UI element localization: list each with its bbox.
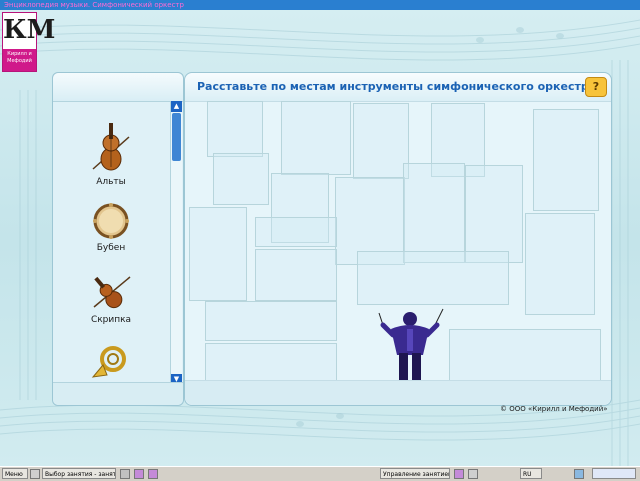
french-horn-icon bbox=[91, 346, 126, 378]
search-icon[interactable] bbox=[30, 469, 40, 479]
window-title-bar: Энциклопедия музыки. Симфонический оркес… bbox=[0, 0, 640, 10]
publisher-logo: КМ Кирилл и Мефодий bbox=[2, 12, 56, 72]
taskbar-item-lesson-select[interactable]: Выбор занятия - занятие bbox=[42, 468, 116, 479]
drop-slot[interactable] bbox=[255, 217, 337, 247]
scroll-up-button[interactable]: ▲ bbox=[171, 101, 182, 112]
instrument-french-horn[interactable] bbox=[53, 345, 169, 381]
drop-slot[interactable] bbox=[205, 301, 337, 341]
menu-icon[interactable] bbox=[468, 469, 478, 479]
drop-slot[interactable] bbox=[189, 207, 247, 301]
conductor-figure bbox=[378, 308, 444, 383]
instrument-label: Скрипка bbox=[90, 315, 132, 325]
palette-scrollbar[interactable]: ▲ ▼ bbox=[170, 101, 182, 385]
instrument-label: Альты bbox=[96, 177, 126, 187]
palette-header bbox=[53, 73, 183, 102]
orchestra-board: Расставьте по местам инструменты симфони… bbox=[184, 72, 612, 406]
clock bbox=[592, 468, 636, 479]
network-icon bbox=[574, 469, 584, 479]
drop-slot[interactable] bbox=[281, 101, 351, 175]
previous-icon[interactable] bbox=[454, 469, 464, 479]
drop-slot[interactable] bbox=[255, 249, 337, 301]
instrument-tambourine[interactable]: Бубен bbox=[53, 201, 169, 253]
tambourine-icon bbox=[93, 203, 129, 239]
palette-footer bbox=[53, 382, 183, 405]
language-indicator: RU bbox=[520, 468, 542, 479]
taskbar-item-lesson-control[interactable]: Управление занятием bbox=[380, 468, 450, 479]
instrument-viola[interactable]: Альты bbox=[53, 121, 169, 187]
help-button[interactable]: ? bbox=[585, 77, 607, 97]
drop-slot[interactable] bbox=[533, 109, 599, 211]
task-instruction: Расставьте по местам инструменты симфони… bbox=[197, 80, 601, 93]
start-button[interactable]: Меню bbox=[2, 468, 28, 479]
instrument-label: Бубен bbox=[96, 243, 126, 253]
board-footer bbox=[185, 380, 611, 405]
forward-icon[interactable] bbox=[134, 469, 144, 479]
drop-slot[interactable] bbox=[207, 101, 263, 157]
window-title: Энциклопедия музыки. Симфонический оркес… bbox=[4, 1, 184, 9]
violin-icon bbox=[93, 276, 131, 309]
logo-caption: Кирилл и Мефодий bbox=[3, 49, 36, 71]
viola-icon bbox=[92, 123, 130, 171]
back-icon[interactable] bbox=[120, 469, 130, 479]
drop-slot[interactable] bbox=[205, 343, 337, 381]
scroll-thumb[interactable] bbox=[172, 113, 181, 161]
logo-letters: КМ bbox=[3, 15, 56, 45]
drop-slot[interactable] bbox=[403, 163, 465, 263]
drop-slot[interactable] bbox=[465, 165, 523, 263]
drop-slot[interactable] bbox=[213, 153, 269, 205]
instrument-violin[interactable]: Скрипка bbox=[53, 273, 169, 325]
drop-slot[interactable] bbox=[525, 213, 595, 315]
next-icon[interactable] bbox=[148, 469, 158, 479]
board-header: Расставьте по местам инструменты симфони… bbox=[185, 73, 611, 102]
instrument-palette: Альты Бубен Скрипка ▲ ▼ bbox=[52, 72, 184, 406]
copyright-text: © ООО «Кирилл и Мефодий» bbox=[500, 405, 608, 413]
drop-slot[interactable] bbox=[449, 329, 601, 381]
taskbar: Меню Выбор занятия - занятие Управление … bbox=[0, 466, 640, 481]
drop-slot[interactable] bbox=[353, 103, 409, 179]
